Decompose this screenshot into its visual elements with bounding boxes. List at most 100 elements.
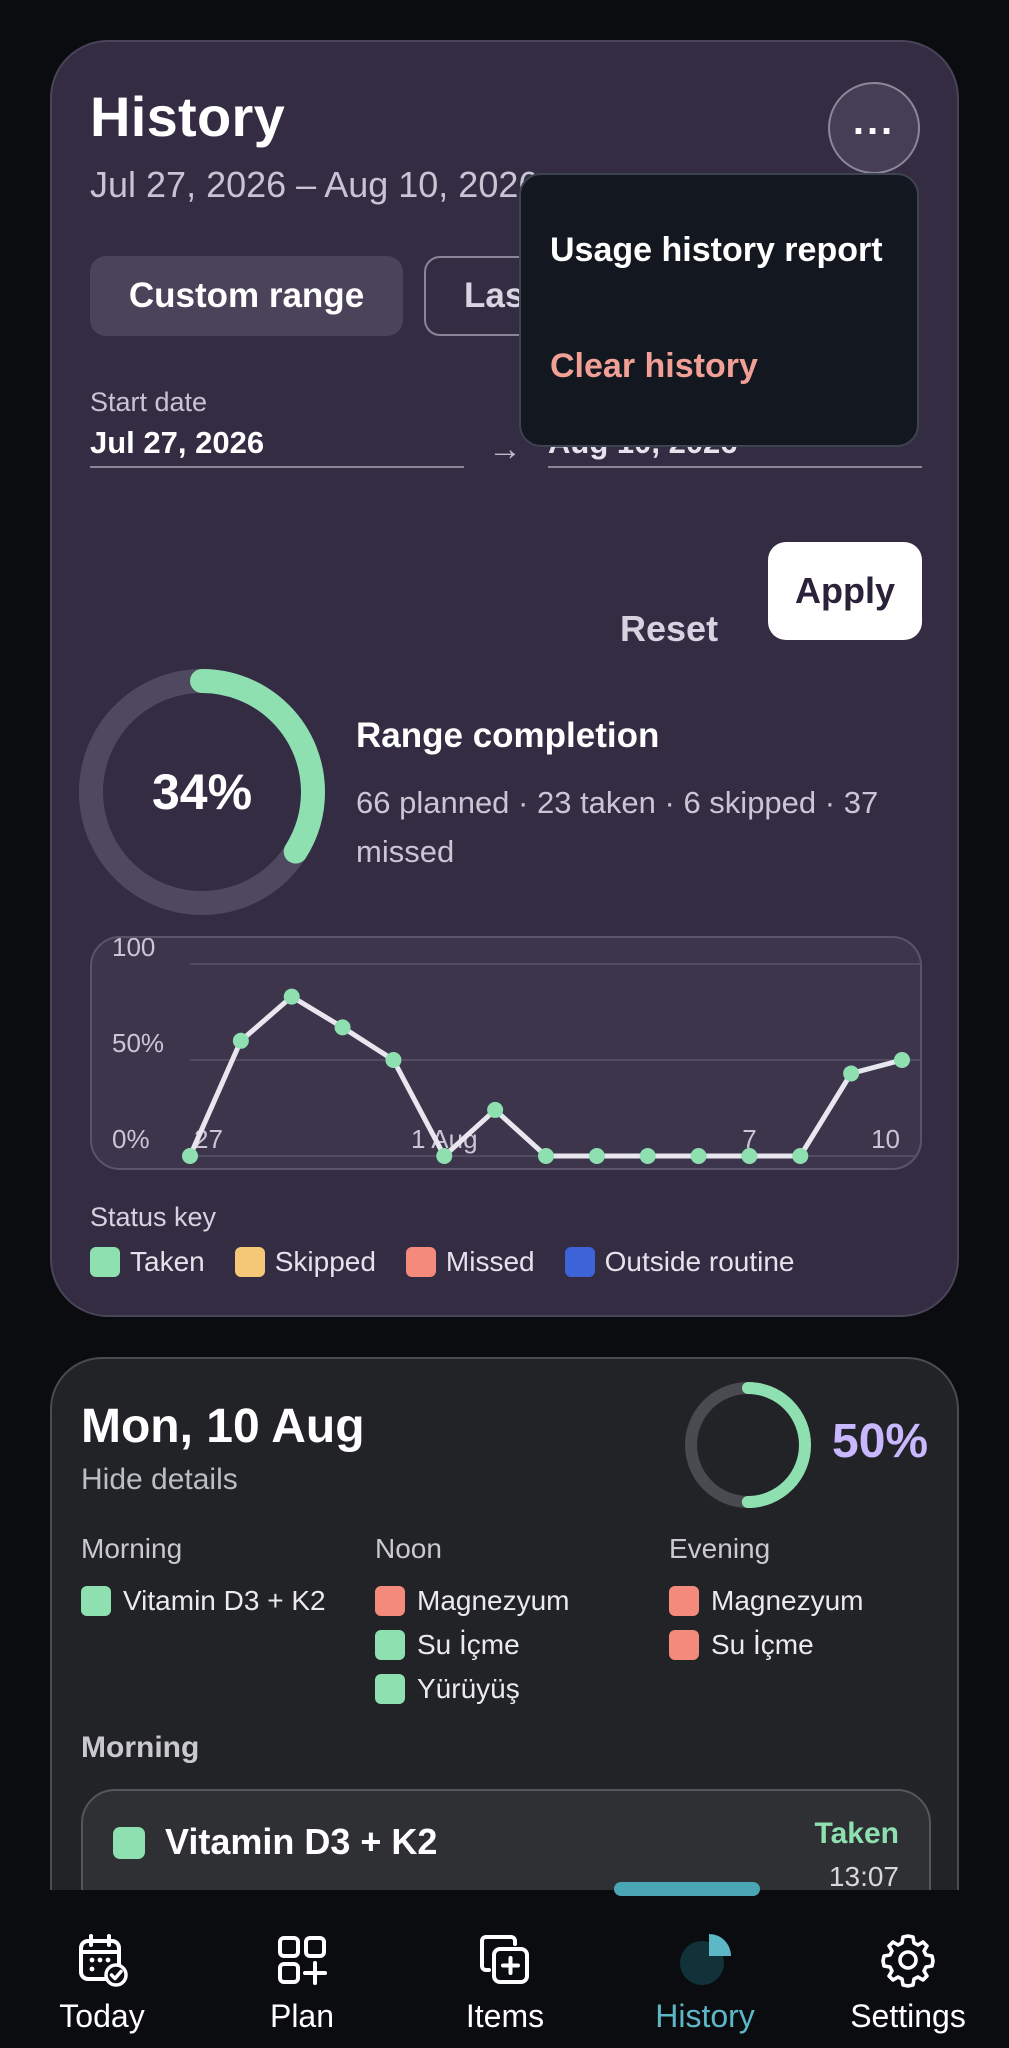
- outside-routine-swatch: [564, 1247, 595, 1277]
- start-date-label: Start date: [90, 387, 208, 417]
- nav-label: Settings: [850, 1998, 966, 2034]
- options-menu: Usage history report Clear history: [519, 173, 919, 447]
- y-tick-label: 0%: [112, 1124, 150, 1154]
- data-point: [283, 988, 300, 1005]
- column-morning: Morning Vitamin D3 + K2: [81, 1533, 371, 1623]
- legend-outside-routine: Outside routine: [564, 1246, 795, 1278]
- list-item: Vitamin D3 + K2: [81, 1579, 371, 1623]
- menu-item-clear-history[interactable]: Clear history: [550, 347, 758, 386]
- hide-details-toggle[interactable]: Hide details: [81, 1463, 238, 1497]
- list-item: Su İçme: [375, 1623, 665, 1667]
- x-tick-label: 10: [871, 1124, 900, 1154]
- data-point: [639, 1148, 656, 1164]
- legend-missed: Missed: [405, 1246, 535, 1278]
- series-line: [187, 994, 905, 1159]
- column-head: Morning: [81, 1533, 183, 1564]
- start-date-underline: [90, 466, 464, 468]
- grid-plus-icon: [278, 1936, 327, 1985]
- nav-label: Items: [465, 1998, 545, 2034]
- status-key-title: Status key: [90, 1202, 217, 1232]
- column-evening: Evening Magnezyum Su İçme: [669, 1533, 957, 1667]
- more-icon: ...: [852, 99, 896, 143]
- end-date-underline: [548, 466, 922, 468]
- pie-chart-icon: [680, 1934, 731, 1985]
- nav-item-settings[interactable]: Settings: [808, 1930, 1008, 2035]
- copy-plus-icon: [480, 1935, 529, 1984]
- reset-button[interactable]: Reset: [620, 608, 718, 650]
- arrow-right-icon: →: [488, 430, 522, 468]
- taken-swatch: [375, 1630, 405, 1660]
- day-completion-percent: 50%: [832, 1415, 929, 1468]
- data-point: [690, 1148, 707, 1164]
- legend-taken: Taken: [90, 1246, 205, 1278]
- data-point: [232, 1032, 249, 1049]
- data-point: [588, 1148, 605, 1164]
- data-point: [792, 1148, 809, 1164]
- y-tick-label: 50%: [112, 1028, 164, 1058]
- dose-status: Taken: [814, 1817, 899, 1850]
- data-point: [436, 1148, 453, 1164]
- completion-line-chart: 100 50% 0% 27 1 Aug 7 10: [90, 936, 922, 1170]
- legend-label: Outside routine: [604, 1246, 795, 1277]
- start-date-field[interactable]: Jul 27, 2026: [90, 425, 264, 461]
- y-tick-label: 100: [112, 938, 155, 962]
- section-head-morning: Morning: [81, 1731, 200, 1764]
- missed-swatch: [669, 1630, 699, 1660]
- range-completion-title: Range completion: [356, 716, 660, 755]
- taken-swatch: [81, 1586, 111, 1616]
- list-item: Magnezyum: [669, 1579, 957, 1623]
- calendar-check-icon: [79, 1934, 128, 1987]
- data-point: [894, 1052, 910, 1068]
- data-point: [334, 1019, 351, 1036]
- more-options-button[interactable]: ...: [828, 82, 920, 174]
- nav-item-today[interactable]: Today: [2, 1930, 202, 2035]
- nav-item-items[interactable]: Items: [405, 1930, 605, 2035]
- completion-percent: 34%: [151, 764, 253, 820]
- list-item: Yürüyüş: [375, 1667, 665, 1711]
- day-title: Mon, 10 Aug: [81, 1400, 365, 1453]
- skipped-swatch: [234, 1247, 265, 1277]
- taken-swatch: [113, 1827, 145, 1859]
- legend-label: Skipped: [274, 1246, 376, 1277]
- chart-canvas: 10050%0% 27 1 Aug 7 10: [112, 938, 920, 1164]
- legend-skipped: Skipped: [234, 1246, 376, 1278]
- item-label: Su İçme: [417, 1629, 520, 1660]
- dose-time: 13:07: [828, 1861, 899, 1892]
- nav-label: Today: [59, 1998, 145, 2034]
- item-label: Su İçme: [711, 1629, 814, 1660]
- taken-swatch: [375, 1674, 405, 1704]
- data-point: [741, 1148, 758, 1164]
- nav-active-indicator: [614, 1882, 760, 1896]
- day-completion-ring: [685, 1382, 811, 1508]
- missed-swatch: [375, 1586, 405, 1616]
- date-range-subtitle: Jul 27, 2026 – Aug 10, 2026: [90, 164, 539, 205]
- item-label: Vitamin D3 + K2: [123, 1585, 326, 1616]
- item-label: Yürüyüş: [417, 1673, 520, 1704]
- list-item: Magnezyum: [375, 1579, 665, 1623]
- range-completion-detail: 66 planned · 23 taken · 6 skipped · 37 m…: [356, 785, 879, 869]
- nav-label: Plan: [269, 1998, 335, 2034]
- nav-item-plan[interactable]: Plan: [202, 1930, 402, 2035]
- data-point: [538, 1148, 554, 1164]
- data-point: [385, 1052, 402, 1068]
- legend-label: Missed: [445, 1246, 535, 1277]
- missed-swatch: [405, 1247, 436, 1277]
- dose-name: Vitamin D3 + K2: [165, 1821, 438, 1862]
- item-label: Magnezyum: [711, 1585, 864, 1616]
- apply-button[interactable]: Apply: [768, 542, 922, 640]
- data-point: [487, 1101, 504, 1118]
- column-head: Evening: [669, 1533, 771, 1564]
- nav-item-history[interactable]: History: [605, 1930, 805, 2035]
- item-label: Magnezyum: [417, 1585, 570, 1616]
- column-head: Noon: [375, 1533, 442, 1564]
- data-point: [182, 1148, 198, 1164]
- status-legend: Taken Skipped Missed Outside routine: [90, 1246, 825, 1278]
- gear-icon: [881, 1934, 935, 1988]
- missed-swatch: [669, 1586, 699, 1616]
- menu-item-usage-report[interactable]: Usage history report: [550, 231, 883, 270]
- legend-label: Taken: [130, 1246, 205, 1277]
- list-item: Su İçme: [669, 1623, 957, 1667]
- taken-swatch: [90, 1247, 120, 1277]
- nav-label: History: [655, 1998, 755, 2034]
- tab-custom-range[interactable]: Custom range: [90, 256, 403, 336]
